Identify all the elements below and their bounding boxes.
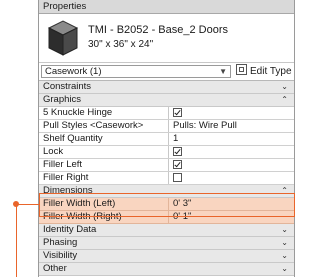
prop-row-filler-right: Filler Right [39, 172, 294, 185]
prop-label: 5 Knuckle Hinge [43, 107, 113, 118]
type-name: TMI - B2052 - Base_2 Doors [88, 24, 229, 36]
filler-width-right-value[interactable]: 0' 1" [168, 211, 294, 223]
group-identity-data[interactable]: Identity Data ⌄ [39, 224, 294, 237]
prop-label: Shelf Quantity [43, 133, 103, 144]
group-label: Phasing [43, 237, 78, 248]
prop-row-5-knuckle-hinge: 5 Knuckle Hinge [39, 107, 294, 120]
prop-row-filler-left: Filler Left [39, 159, 294, 172]
type-selector[interactable]: TMI - B2052 - Base_2 Doors 30" x 36" x 2… [39, 14, 294, 63]
prop-label: Lock [43, 146, 64, 157]
prop-label: Filler Width (Left) [43, 198, 116, 209]
group-label: Visibility [43, 250, 78, 261]
group-label: Graphics [43, 94, 82, 105]
chevron-down-icon: ▼ [219, 67, 227, 76]
prop-row-filler-width-right: Filler Width (Right) 0' 1" [39, 211, 294, 224]
filler-width-left-value[interactable]: 0' 3" [168, 198, 294, 210]
selector-row: Casework (1) ▼ Edit Type [39, 63, 294, 81]
group-label: Other [43, 263, 67, 274]
expand-icon: ⌄ [281, 225, 288, 234]
collapse-icon: ⌃ [281, 186, 288, 195]
properties-panel: Properties TMI - B2052 - Base_2 Doors 30… [38, 0, 295, 277]
group-label: Dimensions [43, 185, 93, 196]
edit-type-button[interactable]: Edit Type [236, 64, 292, 78]
instance-filter-dropdown[interactable]: Casework (1) ▼ [41, 65, 231, 78]
checkbox-filler-right[interactable] [173, 173, 182, 182]
instance-filter-value: Casework (1) [45, 66, 102, 77]
expand-icon: ⌄ [281, 238, 288, 247]
callout-leader-line [16, 204, 39, 205]
prop-row-pull-styles: Pull Styles <Casework> Pulls: Wire Pull [39, 120, 294, 133]
group-label: Identity Data [43, 224, 97, 235]
prop-label: Filler Width (Right) [43, 211, 122, 222]
edit-type-icon [236, 64, 247, 75]
prop-label: Filler Left [43, 159, 83, 170]
group-label: Constraints [43, 81, 92, 92]
group-phasing[interactable]: Phasing ⌄ [39, 237, 294, 250]
collapse-icon: ⌃ [281, 95, 288, 104]
edit-type-label: Edit Type [250, 66, 292, 77]
checkbox-filler-left[interactable] [173, 160, 182, 169]
cabinet-3d-icon [47, 20, 79, 56]
checkbox-5-knuckle-hinge[interactable] [173, 108, 182, 117]
checkbox-lock[interactable] [173, 147, 182, 156]
group-dimensions[interactable]: Dimensions ⌃ [39, 185, 294, 198]
prop-row-lock: Lock [39, 146, 294, 159]
panel-title: Properties [39, 0, 294, 14]
callout-dot [13, 201, 19, 207]
type-size: 30" x 36" x 24" [88, 39, 154, 50]
prop-row-shelf-quantity: Shelf Quantity 1 [39, 133, 294, 146]
prop-label: Filler Right [43, 172, 89, 183]
prop-label: Pull Styles <Casework> [43, 120, 144, 131]
group-other[interactable]: Other ⌄ [39, 263, 294, 276]
group-graphics[interactable]: Graphics ⌃ [39, 94, 294, 107]
expand-icon: ⌄ [281, 82, 288, 91]
pull-styles-value[interactable]: Pulls: Wire Pull [168, 120, 294, 132]
shelf-quantity-value[interactable]: 1 [168, 133, 294, 145]
expand-icon: ⌄ [281, 264, 288, 273]
expand-icon: ⌄ [281, 251, 288, 260]
group-visibility[interactable]: Visibility ⌄ [39, 250, 294, 263]
callout-leader-line-vertical [16, 204, 17, 277]
group-constraints[interactable]: Constraints ⌄ [39, 81, 294, 94]
prop-row-filler-width-left: Filler Width (Left) 0' 3" [39, 198, 294, 211]
